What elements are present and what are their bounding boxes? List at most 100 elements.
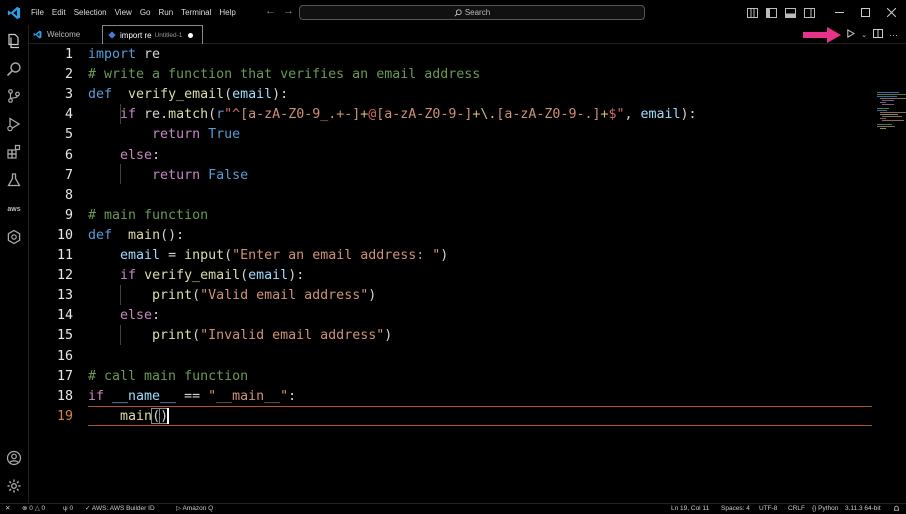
code-line[interactable]: 18 if __name__ == "__main__": [29,387,849,407]
tab-untitled-1[interactable]: import re Untitled-1 [102,25,203,44]
code-line[interactable]: 8 [29,186,849,206]
code-token: "Valid email address" [200,288,369,304]
minimap[interactable] [877,92,906,132]
chevron-down-icon[interactable]: ⌄ [861,31,867,39]
code-line[interactable]: 2 # write a function that verifies an ema… [29,65,849,85]
line-code: return False [88,166,248,186]
code-line[interactable]: 7 return False [29,166,849,186]
editor-actions: ⌄ ··· [846,25,898,44]
line-number: 5 [64,127,73,143]
code-line[interactable]: 3 def verify_email(email): [29,85,849,105]
search-icon [454,8,462,17]
maximize-icon[interactable] [854,0,876,25]
line-number: 13 [56,288,73,304]
toggle-panel-icon[interactable] [784,7,796,19]
settings-gear-icon[interactable] [5,477,23,495]
code-line[interactable]: 4 if re.match(r"^[a-zA-Z0-9_.+-]+@[a-zA-… [29,105,849,125]
code-token: ( [192,328,201,344]
split-editor-icon[interactable] [873,29,883,40]
code-line[interactable]: 11 email = input("Enter an email address… [29,246,849,266]
forward-arrow-icon[interactable]: → [283,5,294,17]
tab-welcome[interactable]: Welcome [33,25,99,44]
code-line[interactable]: 15 print("Invalid email address") [29,326,849,346]
code-token: print [152,328,193,344]
run-debug-icon[interactable] [5,115,23,133]
menu-terminal[interactable]: Terminal [177,8,215,17]
code-token: def [88,227,113,243]
code-line[interactable]: 13 print("Valid email address") [29,286,849,306]
line-number: 3 [64,87,73,103]
account-icon[interactable] [5,449,23,467]
line-code: # main function [88,206,208,226]
line-code: else: [88,306,160,326]
line-code: print("Invalid email address") [88,326,392,346]
extensions-icon[interactable] [5,143,23,161]
code-editor[interactable]: 1 import re 2 # write a function that verif… [29,44,906,503]
code-line[interactable]: 14 else: [29,306,849,326]
minimize-icon[interactable] [828,0,850,25]
explorer-icon[interactable] [5,32,23,50]
line-code: else: [88,146,160,166]
code-token: re. [136,107,169,123]
amazon-q-icon[interactable] [5,228,23,246]
menu-edit[interactable]: Edit [48,8,70,17]
menu-file[interactable]: File [27,8,48,17]
warning-icon: △ [34,505,40,512]
menu-view[interactable]: View [111,8,136,17]
line-number: 2 [64,67,73,83]
menu-selection[interactable]: Selection [70,8,111,17]
run-python-file-icon[interactable] [846,29,856,40]
code-line[interactable]: 9 # main function [29,206,849,226]
line-number: 12 [56,268,73,284]
menu-help[interactable]: Help [215,8,239,17]
line-code: email = input("Enter an email address: "… [88,246,448,266]
line-code: import re [88,45,160,65]
code-token: return [152,167,201,183]
code-token: [a-zA-Z0-9_.+-] [240,107,361,123]
source-control-icon[interactable] [5,87,23,105]
code-line[interactable]: 17 # call main function [29,367,849,387]
code-line[interactable]: 1 import re [29,45,849,65]
tab-untitled-1-sublabel: Untitled-1 [154,31,183,39]
code-line[interactable]: 6 else: [29,146,849,166]
aws-toolkit-icon[interactable]: aws [5,200,23,218]
code-token: ) [368,288,377,304]
code-token: import [88,47,137,62]
code-line[interactable]: 16 [29,347,849,367]
code-token: # call main function [88,368,249,384]
tab-untitled-1-label: import re [120,30,152,40]
toggle-primary-sidebar-icon[interactable] [765,7,777,19]
line-number: 17 [56,368,73,384]
antenna-icon: ψ [63,505,68,512]
back-arrow-icon[interactable]: ← [265,5,276,17]
code-line[interactable]: 5 return True [29,125,849,145]
command-center-search[interactable]: Search [299,5,645,20]
unsaved-dot-icon[interactable] [188,32,194,38]
indent-guide [120,325,121,345]
code-token: email [232,87,273,103]
tab-welcome-label: Welcome [47,30,81,39]
search-icon[interactable] [5,60,23,78]
code-token: "Enter an email address: " [232,248,441,263]
code-token: == [176,388,209,404]
close-icon[interactable] [880,0,902,25]
more-actions-icon[interactable]: ··· [889,30,898,40]
line-code: return True [88,125,240,145]
code-line[interactable]: 12 if verify_email(email): [29,266,849,286]
code-line[interactable]: 10 def main(): [29,226,849,246]
customize-layout-icon[interactable] [746,7,758,19]
menu-go[interactable]: Go [136,8,155,17]
code-token: = [160,248,185,263]
testing-flask-icon[interactable] [5,171,23,189]
code-token: : [152,147,161,163]
menu-run[interactable]: Run [154,8,177,17]
toggle-secondary-sidebar-icon[interactable] [803,7,815,19]
indent-guide [120,104,121,124]
code-token: ( [192,288,201,304]
code-token: ) [440,248,449,263]
line-number: 14 [56,308,73,324]
